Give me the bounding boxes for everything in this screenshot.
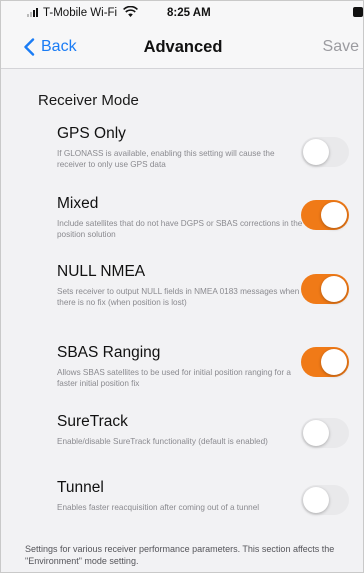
toggle-knob (321, 349, 347, 375)
toggle-knob (303, 139, 329, 165)
setting-description: Include satellites that do not have DGPS… (57, 219, 303, 239)
status-bar: T-Mobile Wi-Fi 8:25 AM (1, 1, 363, 25)
toggle-suretrack[interactable] (301, 418, 349, 448)
setting-description: Sets receiver to output NULL fields in N… (57, 287, 300, 307)
carrier-name: T-Mobile Wi-Fi (43, 7, 118, 19)
toggle-sbas-ranging[interactable] (301, 347, 349, 377)
wifi-icon (123, 6, 138, 17)
navigation-bar: Back Advanced Save (1, 25, 363, 69)
battery-icon (353, 7, 363, 17)
toggle-knob (303, 487, 329, 513)
toggle-mixed[interactable] (301, 200, 349, 230)
toggle-knob (321, 276, 347, 302)
section-footer: Settings for various receiver performanc… (25, 544, 335, 566)
toggle-knob (303, 420, 329, 446)
setting-description: Enables faster reacquisition after comin… (57, 503, 260, 512)
page-title: Advanced (143, 38, 223, 56)
clock: 8:25 AM (167, 7, 211, 19)
toggle-null-nmea[interactable] (301, 274, 349, 304)
toggle-knob (321, 202, 347, 228)
setting-description: Allows SBAS satellites to be used for in… (57, 368, 291, 388)
toggle-tunnel[interactable] (301, 485, 349, 515)
cellular-signal-icon (27, 8, 41, 17)
app-screen: T-Mobile Wi-Fi 8:25 AM Back Advanced Sav… (0, 0, 364, 573)
setting-description: If GLONASS is available, enabling this s… (57, 149, 275, 169)
toggle-gps-only[interactable] (301, 137, 349, 167)
save-button[interactable]: Save (323, 38, 359, 56)
section-header: Receiver Mode (38, 92, 139, 109)
setting-description: Enable/disable SureTrack functionality (… (57, 437, 268, 446)
